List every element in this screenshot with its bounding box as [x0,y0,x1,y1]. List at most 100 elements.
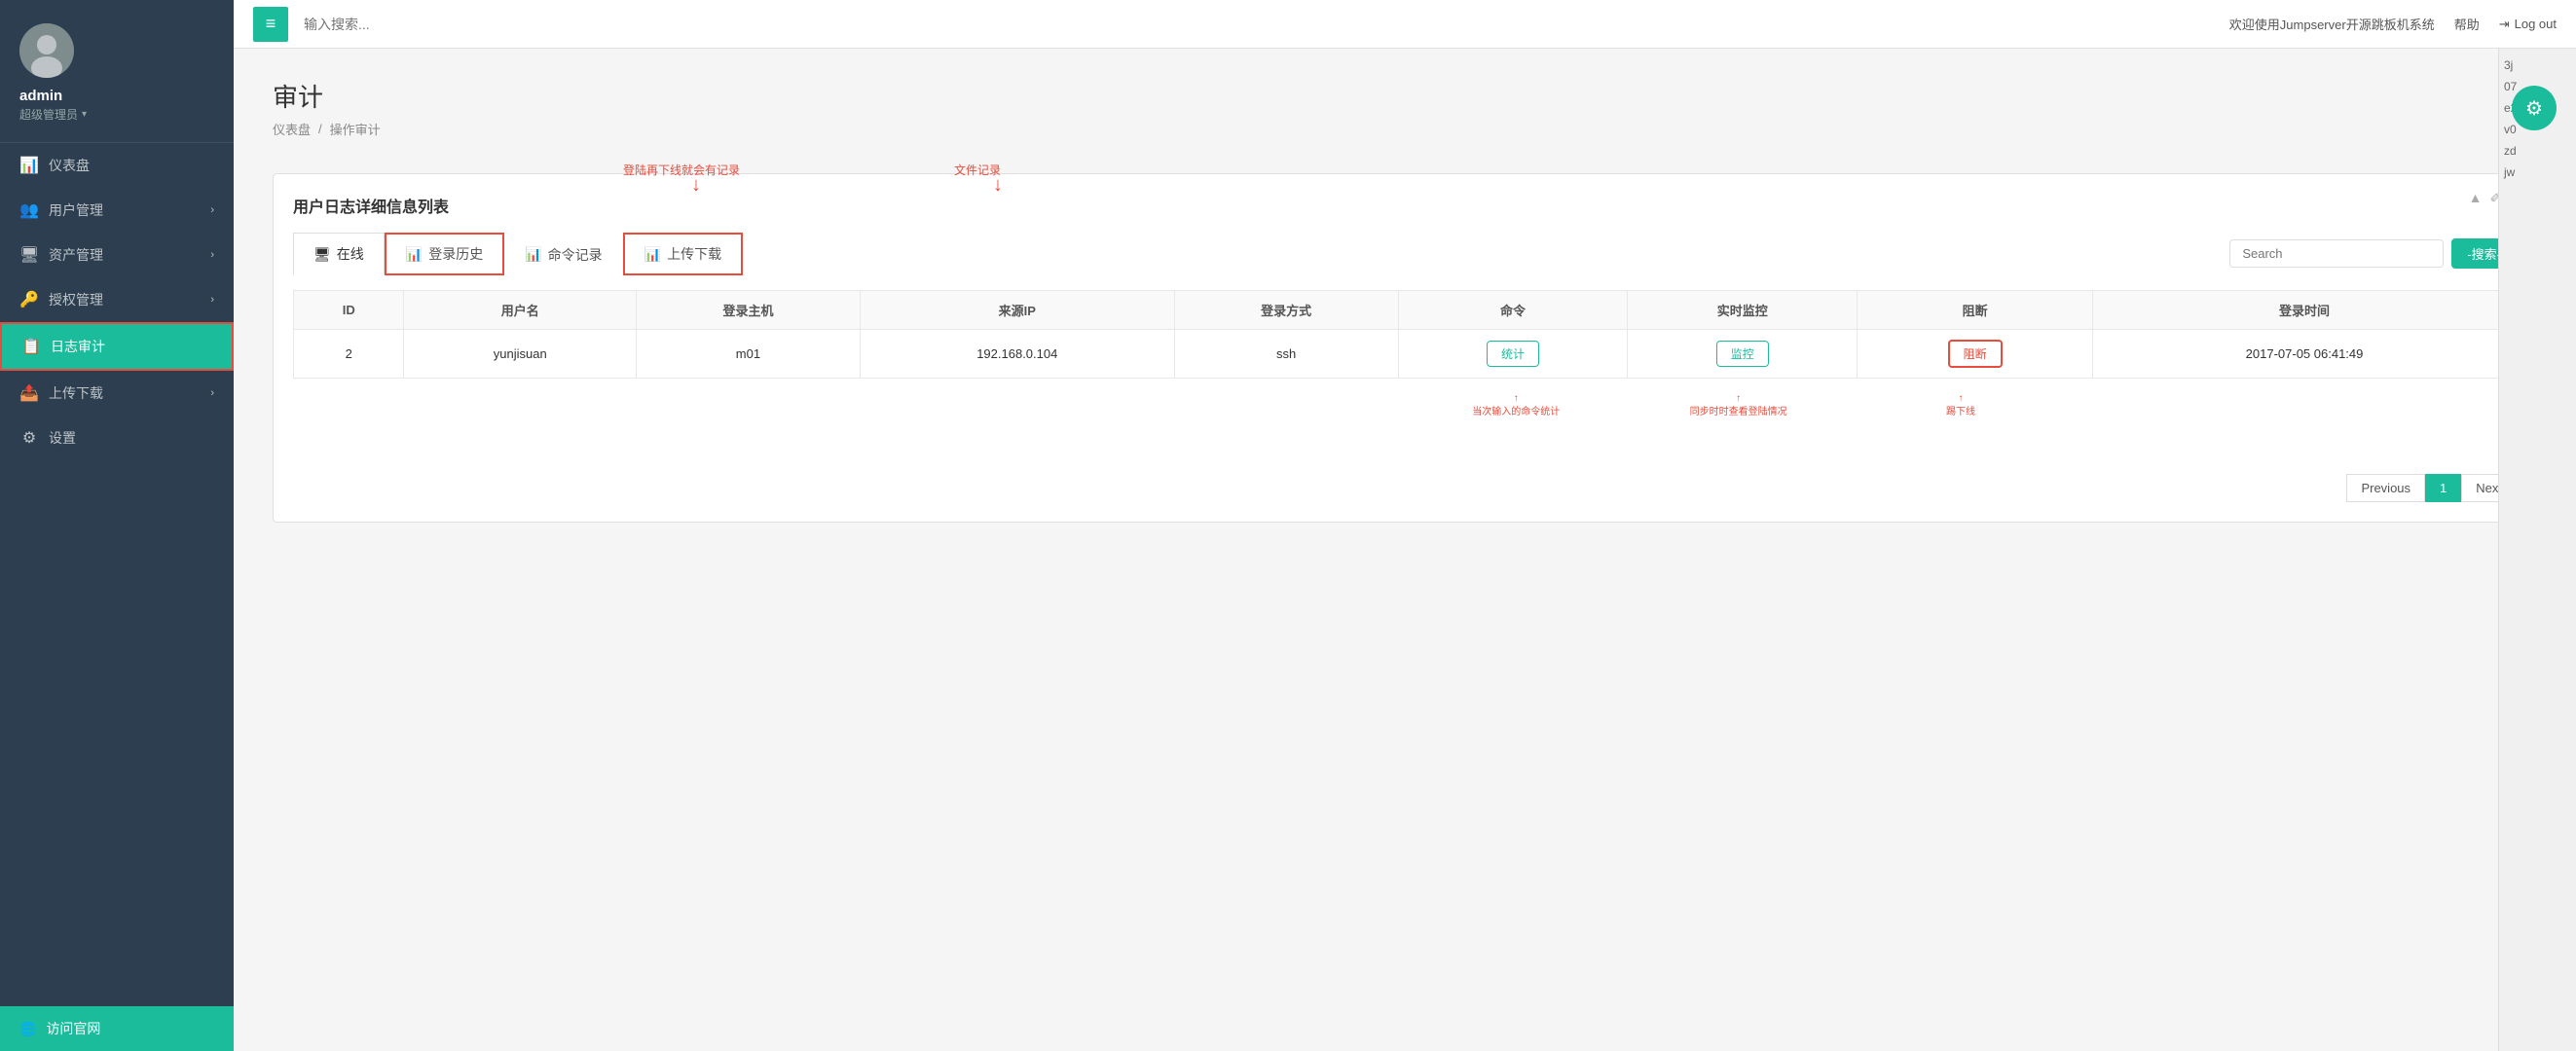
auth-mgmt-icon: 🔑 [19,290,39,309]
breadcrumb-current: 操作审计 [330,120,381,138]
code-6: jw [2504,165,2571,179]
role-label: 超级管理员 ▾ [19,106,87,123]
monitor-annotation: ↑ 同步时时查看登陆情况 [1627,392,1849,419]
annotation-login: 登陆再下线就会有记录 [623,162,740,178]
sidebar-item-label: 设置 [49,428,76,448]
collapse-icon[interactable]: ▲ [2469,190,2483,206]
cell-username: yunjisuan [404,330,637,379]
log-table: ID 用户名 登录主机 来源IP 登录方式 命令 实时监控 阻断 登录时间 [293,290,2517,379]
chevron-right-icon: › [210,294,214,306]
tab-online[interactable]: 🖥 在线 [293,233,385,275]
monitor-icon: 🖥 [313,246,331,263]
header-search-input[interactable] [304,17,2214,32]
sidebar-nav: 📊 仪表盘 👥 用户管理 › 🖥 资产管理 › 🔑 授权管理 › 📋 日志审计 … [0,143,234,1006]
log-detail-card: ▲ ✐ ✕ 用户日志详细信息列表 🖥 在线 📊 登录历史 [273,173,2537,523]
tab-cmd-record-label: 命令记录 [548,245,603,265]
cell-login-time: 2017-07-05 06:41:49 [2093,330,2517,379]
menu-toggle-button[interactable]: ≡ [253,7,288,42]
role-dropdown-icon[interactable]: ▾ [82,109,87,120]
card-title: 用户日志详细信息列表 [293,194,2517,217]
breadcrumb: 仪表盘 / 操作审计 [273,120,2537,138]
sidebar-item-label: 仪表盘 [49,156,90,175]
page-content: 审计 仪表盘 / 操作审计 登陆再下线就会有记录 文件记录 ↓ ↓ ▲ ✐ [234,49,2576,1051]
cell-login-method: ssh [1174,330,1398,379]
sidebar-item-label: 授权管理 [49,290,103,309]
col-login-time: 登录时间 [2093,291,2517,330]
header-right: 欢迎使用Jumpserver开源跳板机系统 帮助 ⇥ Log out [2229,15,2557,33]
chart-icon: 📊 [406,246,423,263]
block-annotation: ↑ 踢下线 [1850,392,2072,419]
settings-icon: ⚙ [19,428,39,448]
right-code-strip: 3j 07 e2 v0 zd jw [2498,49,2576,1051]
user-mgmt-icon: 👥 [19,200,39,220]
sidebar-item-log-audit[interactable]: 📋 日志审计 [0,322,234,371]
code-1: 3j [2504,58,2571,72]
block-button[interactable]: 阻断 [1948,340,2003,368]
prev-page-button[interactable]: Previous [2346,474,2425,502]
help-link[interactable]: 帮助 [2454,15,2480,33]
page-title: 审计 [273,78,2537,114]
sidebar-item-settings[interactable]: ⚙ 设置 [0,416,234,460]
cell-host: m01 [637,330,861,379]
sidebar: admin 超级管理员 ▾ 📊 仪表盘 👥 用户管理 › 🖥 资产管理 › 🔑 … [0,0,234,1051]
col-host: 登录主机 [637,291,861,330]
cell-cmd: 统计 [1398,330,1628,379]
sidebar-item-user-mgmt[interactable]: 👥 用户管理 › [0,188,234,233]
col-block: 阻断 [1858,291,2093,330]
logout-button[interactable]: ⇥ Log out [2499,17,2557,32]
cell-id: 2 [294,330,404,379]
chevron-right-icon: › [210,387,214,399]
table-header: ID 用户名 登录主机 来源IP 登录方式 命令 实时监控 阻断 登录时间 [294,291,2517,330]
gear-icon: ⚙ [2525,96,2543,121]
cmd-stats-button[interactable]: 统计 [1487,341,1539,367]
avatar [19,23,74,78]
col-cmd: 命令 [1398,291,1628,330]
table-wrapper: ID 用户名 登录主机 来源IP 登录方式 命令 实时监控 阻断 登录时间 [293,290,2517,458]
sidebar-item-label: 上传下载 [49,383,103,403]
cmd-annotation: ↑ 当次输入的命令统计 [1405,392,1627,419]
website-label: 访问官网 [46,1019,100,1038]
website-icon: 🌐 [19,1021,36,1037]
sidebar-item-label: 日志审计 [51,337,105,356]
breadcrumb-home[interactable]: 仪表盘 [273,120,311,138]
hamburger-icon: ≡ [266,14,276,34]
asset-mgmt-icon: 🖥 [19,245,39,265]
chart2-icon: 📊 [525,246,541,263]
dashboard-icon: 📊 [19,156,39,175]
sidebar-item-asset-mgmt[interactable]: 🖥 资产管理 › [0,233,234,277]
welcome-text: 欢迎使用Jumpserver开源跳板机系统 [2229,15,2435,33]
user-profile: admin 超级管理员 ▾ [0,0,234,143]
sidebar-item-website[interactable]: 🌐 访问官网 [0,1006,234,1051]
table-row: 2 yunjisuan m01 192.168.0.104 ssh 统计 监控 [294,330,2517,379]
current-page-button[interactable]: 1 [2425,474,2461,502]
tab-cmd-record[interactable]: 📊 命令记录 [504,233,622,275]
chevron-right-icon: › [210,249,214,261]
chart3-icon: 📊 [644,246,661,263]
code-5: zd [2504,144,2571,158]
sidebar-item-upload-dl[interactable]: 📤 上传下载 › [0,371,234,416]
cell-source-ip: 192.168.0.104 [860,330,1174,379]
col-source-ip: 来源IP [860,291,1174,330]
col-username: 用户名 [404,291,637,330]
tab-upload-download-label: 上传下载 [667,244,721,264]
cell-block: 阻断 [1858,330,2093,379]
gear-settings-button[interactable]: ⚙ [2512,86,2557,130]
search-bar: -搜索- [2229,238,2517,269]
logout-label: Log out [2515,17,2557,31]
username-label: admin [19,88,62,104]
sidebar-item-dashboard[interactable]: 📊 仪表盘 [0,143,234,188]
main-area: ≡ 欢迎使用Jumpserver开源跳板机系统 帮助 ⇥ Log out 审计 … [234,0,2576,1051]
monitor-button[interactable]: 监控 [1716,341,1769,367]
col-login-method: 登录方式 [1174,291,1398,330]
sidebar-item-label: 资产管理 [49,245,103,265]
upload-dl-icon: 📤 [19,383,39,403]
tab-login-history[interactable]: 📊 登录历史 [385,233,504,275]
search-input[interactable] [2229,239,2444,268]
sidebar-item-auth-mgmt[interactable]: 🔑 授权管理 › [0,277,234,322]
tab-upload-download[interactable]: 📊 上传下载 [623,233,743,275]
log-audit-icon: 📋 [21,337,41,356]
breadcrumb-separator: / [318,122,322,136]
pagination: Previous 1 Next [293,474,2517,502]
tab-online-label: 在线 [337,244,364,264]
tab-login-history-label: 登录历史 [428,244,483,264]
